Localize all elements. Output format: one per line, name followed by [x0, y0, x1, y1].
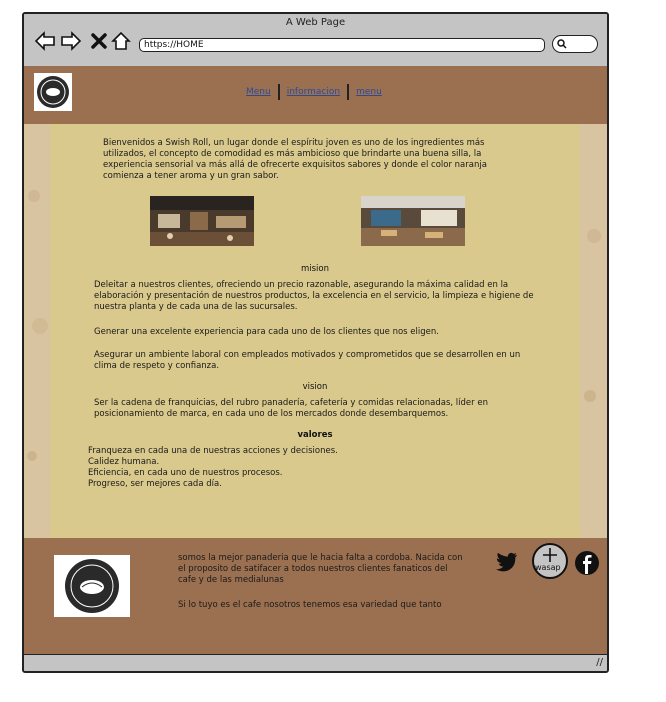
nav-menu-link-2[interactable]: menu: [356, 87, 382, 97]
mision-heading: mision: [300, 264, 330, 274]
mision-paragraph-1: Deleitar a nuestros clientes, ofreciendo…: [94, 280, 534, 312]
header-logo[interactable]: [34, 73, 72, 111]
valores-heading: valores: [297, 430, 333, 440]
nav-informacion-link[interactable]: informacion: [287, 87, 340, 97]
footer-logo[interactable]: [54, 555, 130, 617]
intro-paragraph: Bienvenidos a Swish Roll, un lugar donde…: [103, 138, 487, 181]
footer-about-text: somos la mejor panaderia que le hacia fa…: [178, 553, 463, 585]
status-bar: //: [24, 654, 607, 671]
valores-item: Progreso, ser mejores cada día.: [88, 479, 222, 489]
title-bar: A Web Page https://HOME: [24, 14, 607, 67]
search-icon: [557, 39, 567, 49]
wasap-icon[interactable]: wasap: [531, 542, 569, 584]
nav-menu-link[interactable]: Menu: [246, 87, 271, 97]
valores-item: Calidez humana.: [88, 457, 160, 467]
mision-paragraph-3: Asegurar un ambiente laboral con emplead…: [94, 350, 521, 371]
main-nav: Menu informacion menu: [246, 84, 382, 100]
valores-item: Eficiencia, en cada uno de nuestros proc…: [88, 468, 283, 478]
footer-coffee-text: Si lo tuyo es el cafe nosotros tenemos e…: [178, 600, 442, 610]
close-icon[interactable]: [88, 30, 110, 52]
cafe-photo-1: [150, 196, 254, 246]
forward-icon[interactable]: [60, 30, 82, 52]
nav-divider: [277, 84, 280, 100]
main-content: Bienvenidos a Swish Roll, un lugar donde…: [50, 124, 580, 538]
window-title: A Web Page: [285, 17, 346, 28]
address-bar[interactable]: https://HOME: [139, 38, 545, 52]
facebook-icon[interactable]: [574, 550, 600, 580]
wasap-label: wasap: [535, 563, 561, 572]
site-footer: somos la mejor panaderia que le hacia fa…: [24, 538, 607, 654]
vision-heading: vision: [302, 382, 328, 392]
browser-window: A Web Page https://HOME Menu informacion…: [22, 12, 609, 673]
search-box[interactable]: [552, 35, 598, 53]
valores-item: Franqueza en cada una de nuestras accion…: [88, 446, 338, 456]
resize-handle-icon[interactable]: //: [596, 657, 603, 668]
site-header: Menu informacion menu: [24, 66, 607, 124]
vision-paragraph: Ser la cadena de franquicias, del rubro …: [94, 398, 488, 419]
home-icon[interactable]: [110, 30, 132, 52]
mision-paragraph-2: Generar una excelente experiencia para c…: [94, 327, 439, 337]
nav-divider: [347, 84, 350, 100]
valores-list: Franqueza en cada una de nuestras accion…: [88, 446, 448, 490]
twitter-icon[interactable]: [496, 552, 518, 576]
cafe-photo-2: [361, 196, 465, 246]
back-icon[interactable]: [34, 30, 56, 52]
page-body: Menu informacion menu Bienvenidos a Swis…: [24, 66, 607, 654]
